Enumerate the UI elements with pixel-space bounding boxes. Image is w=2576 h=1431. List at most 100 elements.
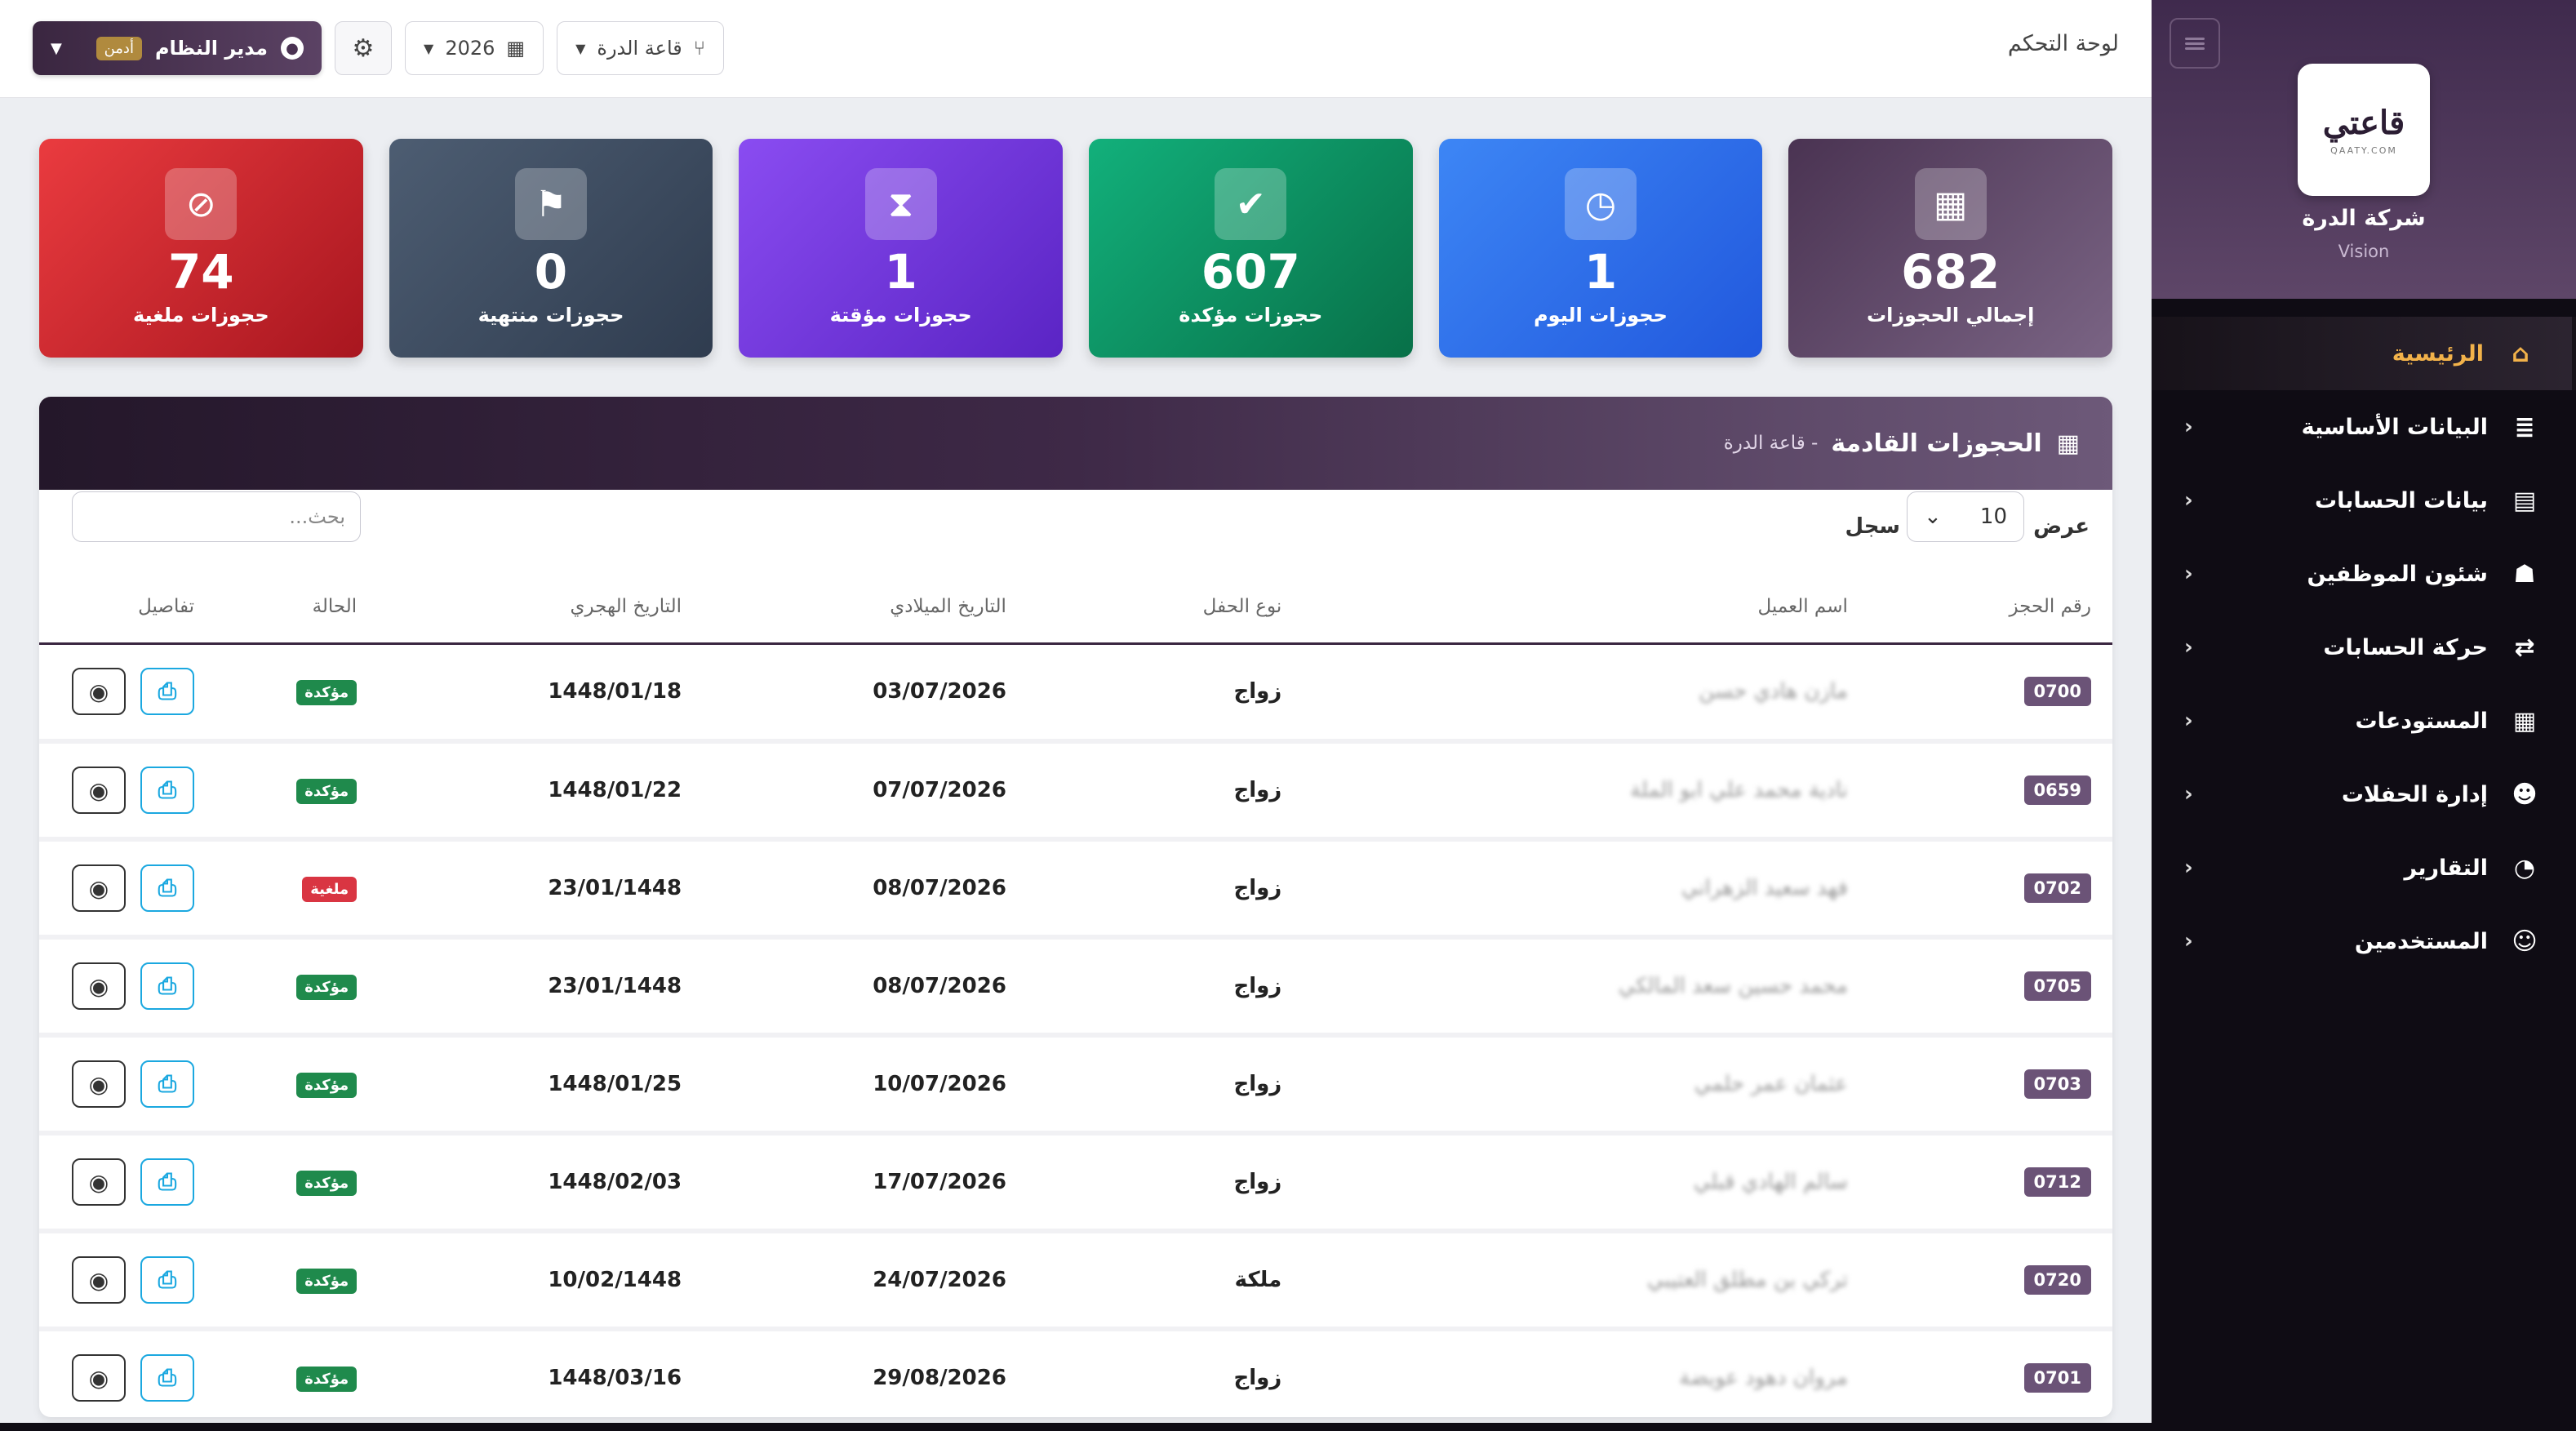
card-today-bookings[interactable]: ◷ 1 حجوزات اليوم bbox=[1438, 139, 1763, 358]
gregorian-date: 07/07/2026 bbox=[703, 741, 1028, 842]
panel-header: ▦ الحجوزات القادمة - قاعة الدرة bbox=[39, 397, 2112, 490]
header-booking-id[interactable]: رقم الحجز bbox=[1868, 571, 2112, 645]
year-select[interactable]: ▼ 2026 ▦ bbox=[405, 21, 544, 75]
user-circle-icon: ● bbox=[281, 37, 304, 60]
card-cancelled-bookings[interactable]: ⊘ 74 حجوزات ملغية bbox=[38, 139, 363, 358]
sidebar-item-label: حركة الحسابات bbox=[2323, 634, 2488, 660]
logo-subtext: QAATY.COM bbox=[2330, 145, 2397, 156]
eye-icon: ◉ bbox=[88, 678, 109, 705]
booking-id-badge: 0712 bbox=[2023, 1167, 2091, 1197]
hamburger-icon bbox=[2185, 35, 2205, 52]
eye-icon: ◉ bbox=[88, 1364, 109, 1392]
sidebar-item-transactions[interactable]: ⇄ حركة الحسابات ‹ bbox=[2152, 611, 2576, 684]
print-button[interactable]: ⎙ bbox=[140, 864, 194, 912]
card-total-bookings[interactable]: ▦ 682 إجمالي الحجوزات bbox=[1788, 139, 2112, 358]
page-size-select[interactable]: 10 ⌄ bbox=[1907, 491, 2024, 542]
booking-id-badge: 0720 bbox=[2023, 1265, 2091, 1295]
company-logo: قاعتي QAATY.COM bbox=[2298, 64, 2430, 196]
user-name: مدير النظام bbox=[154, 37, 268, 60]
sidebar-item-label: البيانات الأساسية bbox=[2301, 414, 2488, 440]
card-value: 682 bbox=[1901, 244, 2001, 300]
sidebar-item-accounts-data[interactable]: ▤ بيانات الحسابات ‹ bbox=[2152, 464, 2576, 537]
status-badge: مؤكدة bbox=[296, 778, 358, 804]
hourglass-icon: ⧗ bbox=[864, 168, 937, 240]
view-button[interactable]: ◉ bbox=[72, 668, 126, 716]
settings-button[interactable]: ⚙ bbox=[335, 21, 392, 75]
client-name: محمد حسين سعد المالكي bbox=[1618, 974, 1848, 998]
table-row: 0659 نادية محمد علي ابو الملة زواج 07/07… bbox=[39, 741, 2112, 842]
database-icon: ≣ bbox=[2514, 412, 2535, 442]
print-button[interactable]: ⎙ bbox=[140, 1354, 194, 1402]
menu-toggle-button[interactable] bbox=[2170, 18, 2220, 69]
sidebar-item-home[interactable]: ⌂ الرئيسية bbox=[2152, 317, 2576, 390]
card-confirmed-bookings[interactable]: ✔ 607 حجوزات مؤكدة bbox=[1088, 139, 1413, 358]
view-button[interactable]: ◉ bbox=[72, 1256, 126, 1304]
client-name: نادية محمد علي ابو الملة bbox=[1630, 778, 1848, 802]
gregorian-date: 08/07/2026 bbox=[703, 839, 1028, 940]
hall-value: قاعة الدرة bbox=[597, 37, 682, 60]
print-button[interactable]: ⎙ bbox=[140, 767, 194, 814]
bottom-bar bbox=[0, 1423, 2576, 1431]
sidebar-item-basic-data[interactable]: ≣ البيانات الأساسية ‹ bbox=[2152, 390, 2576, 464]
stat-cards: ▦ 682 إجمالي الحجوزات ◷ 1 حجوزات اليوم ✔… bbox=[38, 139, 2112, 358]
hall-select[interactable]: ▼ قاعة الدرة ⑂ bbox=[557, 21, 725, 75]
gregorian-date: 03/07/2026 bbox=[703, 643, 1028, 744]
client-name: مروان دهود عويضة bbox=[1679, 1366, 1848, 1390]
print-icon: ⎙ bbox=[158, 874, 177, 901]
event-type: زواج bbox=[1027, 643, 1304, 744]
table-row: 0702 فهد سعيد الزهراني زواج 08/07/2026 2… bbox=[39, 839, 2112, 940]
header-event-type[interactable]: نوع الحفل bbox=[1027, 571, 1304, 645]
card-label: حجوزات ملغية bbox=[132, 303, 269, 327]
status-badge: مؤكدة bbox=[296, 1268, 358, 1294]
sidebar-item-users[interactable]: ☺ المستخدمين ‹ bbox=[2152, 904, 2576, 978]
print-button[interactable]: ⎙ bbox=[140, 962, 194, 1010]
print-icon: ⎙ bbox=[158, 678, 177, 705]
header-gregorian-date[interactable]: التاريخ الميلادي bbox=[703, 571, 1028, 645]
sidebar-item-warehouses[interactable]: ▦ المستودعات ‹ bbox=[2152, 684, 2576, 758]
card-value: 0 bbox=[534, 244, 568, 300]
sidebar-nav: ⌂ الرئيسية ≣ البيانات الأساسية ‹ ▤ بيانا… bbox=[2152, 317, 2576, 978]
view-button[interactable]: ◉ bbox=[72, 864, 126, 912]
search-input[interactable] bbox=[72, 491, 361, 542]
card-value: 74 bbox=[167, 244, 234, 300]
header-hijri-date[interactable]: التاريخ الهجري bbox=[378, 571, 704, 645]
table-row: 0720 تركي بن مطلق العتيبي ملكة 24/07/202… bbox=[39, 1231, 2112, 1331]
header-details: تفاصيل bbox=[39, 571, 215, 645]
print-button[interactable]: ⎙ bbox=[140, 1158, 194, 1206]
check-circle-icon: ✔ bbox=[1215, 168, 1287, 240]
users-icon: ☗ bbox=[2513, 559, 2536, 589]
card-finished-bookings[interactable]: ⚑ 0 حجوزات منتهية bbox=[389, 139, 713, 358]
header-status[interactable]: الحالة bbox=[215, 571, 379, 645]
caret-down-icon: ▼ bbox=[424, 40, 434, 56]
row-actions: ⎙ ◉ bbox=[60, 1060, 194, 1108]
status-badge: مؤكدة bbox=[296, 1072, 358, 1098]
card-label: حجوزات منتهية bbox=[477, 303, 624, 327]
card-label: حجوزات اليوم bbox=[1534, 303, 1668, 327]
view-button[interactable]: ◉ bbox=[72, 962, 126, 1010]
status-badge: مؤكدة bbox=[296, 679, 358, 705]
view-button[interactable]: ◉ bbox=[72, 767, 126, 814]
view-button[interactable]: ◉ bbox=[72, 1158, 126, 1206]
event-type: زواج bbox=[1027, 1035, 1304, 1135]
year-value: 2026 bbox=[445, 37, 495, 60]
chevron-down-icon: ⌄ bbox=[1924, 504, 1942, 529]
sidebar-item-employees[interactable]: ☗ شئون الموظفين ‹ bbox=[2152, 537, 2576, 611]
print-button[interactable]: ⎙ bbox=[140, 1256, 194, 1304]
sidebar-item-reports[interactable]: ◔ التقارير ‹ bbox=[2152, 831, 2576, 904]
sidebar-item-events[interactable]: ☻ إدارة الحفلات ‹ bbox=[2152, 758, 2576, 831]
header-client-name[interactable]: اسم العميل bbox=[1303, 571, 1869, 645]
sidebar-item-label: التقارير bbox=[2404, 855, 2488, 881]
print-button[interactable]: ⎙ bbox=[140, 1060, 194, 1108]
view-button[interactable]: ◉ bbox=[72, 1354, 126, 1402]
event-type: زواج bbox=[1027, 937, 1304, 1038]
print-icon: ⎙ bbox=[158, 1070, 177, 1097]
view-button[interactable]: ◉ bbox=[72, 1060, 126, 1108]
calendar-icon: ▦ bbox=[506, 37, 526, 60]
card-temporary-bookings[interactable]: ⧗ 1 حجوزات مؤقتة bbox=[739, 139, 1063, 358]
user-menu-button[interactable]: ▼ ● مدير النظام أدمن bbox=[33, 21, 322, 75]
hijri-date: 1448/01/22 bbox=[378, 741, 704, 842]
calendar-check-icon: ▦ bbox=[1914, 168, 1987, 240]
print-button[interactable]: ⎙ bbox=[140, 668, 194, 716]
logo-text: قاعتي bbox=[2322, 104, 2405, 142]
sidebar-item-label: شئون الموظفين bbox=[2307, 561, 2488, 587]
